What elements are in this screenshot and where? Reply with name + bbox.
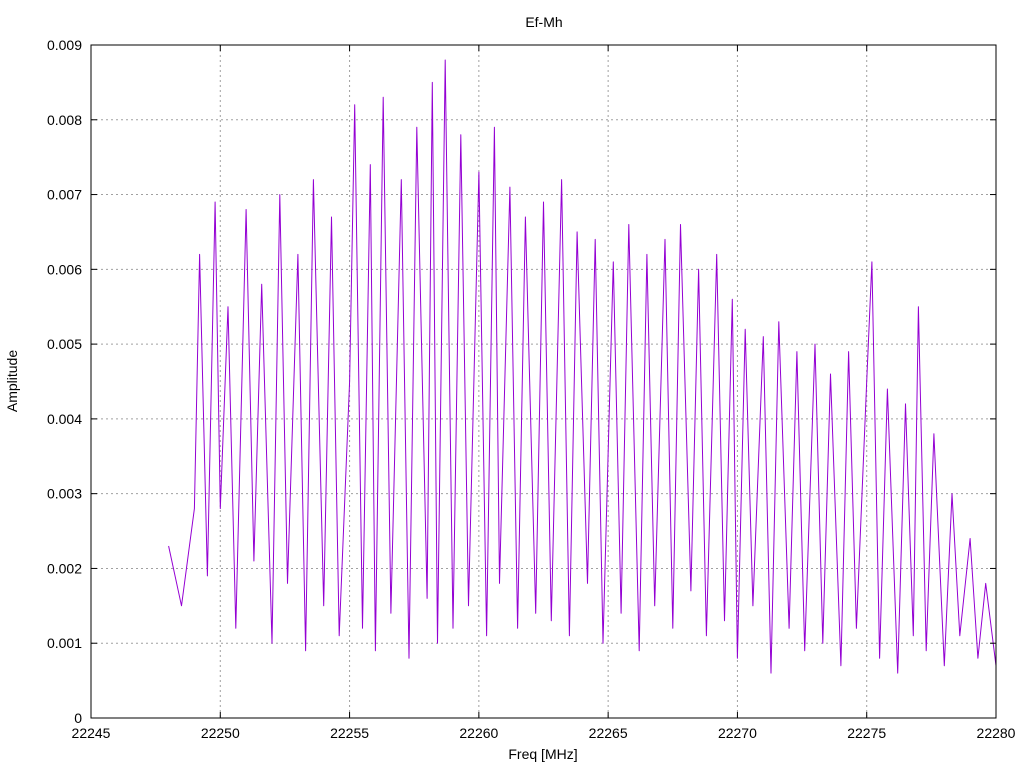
y-tick-label: 0.006 bbox=[47, 261, 82, 277]
y-tick-label: 0.009 bbox=[47, 37, 82, 53]
series-line-0 bbox=[168, 59, 997, 674]
y-tick-label: 0.001 bbox=[47, 635, 82, 651]
y-tick-label: 0 bbox=[74, 710, 82, 726]
y-tick-label: 0.005 bbox=[47, 336, 82, 352]
x-tick-label: 22250 bbox=[201, 725, 240, 741]
x-tick-label: 22270 bbox=[718, 725, 757, 741]
y-axis-label: Amplitude bbox=[4, 350, 20, 412]
x-tick-label: 22260 bbox=[459, 725, 498, 741]
y-tick-label: 0.008 bbox=[47, 112, 82, 128]
x-axis-label: Freq [MHz] bbox=[508, 746, 577, 762]
x-tick-label: 22275 bbox=[847, 725, 886, 741]
grid-lines bbox=[91, 45, 996, 718]
y-tick-label: 0.004 bbox=[47, 411, 82, 427]
y-tick-label: 0.002 bbox=[47, 560, 82, 576]
series-layer bbox=[168, 59, 997, 674]
x-tick-label: 22280 bbox=[977, 725, 1016, 741]
chart: Ef-Mh 22245 22250 22255 22260 22265 22270 2227… bbox=[4, 14, 1016, 762]
y-tick-label: 0.003 bbox=[47, 486, 82, 502]
plot-frame bbox=[90, 44, 997, 719]
x-tick-label: 22265 bbox=[589, 725, 628, 741]
y-tick-label: 0.007 bbox=[47, 187, 82, 203]
axis-ticks: 22245 22250 22255 22260 22265 22270 22275 22280… bbox=[47, 37, 1016, 741]
chart-title: Ef-Mh bbox=[525, 14, 562, 30]
x-tick-label: 22245 bbox=[72, 725, 111, 741]
x-tick-label: 22255 bbox=[330, 725, 369, 741]
